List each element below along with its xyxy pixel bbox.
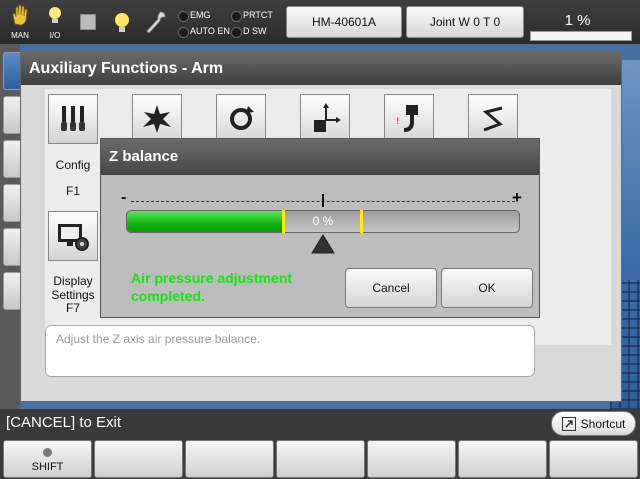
dsw-led (231, 27, 242, 38)
shift-key[interactable]: SHIFT (3, 440, 92, 478)
left-tool-strip (0, 44, 25, 409)
balance-gauge: 0 % (126, 210, 520, 233)
shortcut-icon (561, 416, 576, 431)
io-label: I/O (49, 31, 61, 40)
ok-button[interactable]: OK (441, 268, 533, 308)
window-title: Auxiliary Functions - Arm (21, 53, 621, 85)
joint-select-button[interactable]: Joint W 0 T 0 (406, 6, 524, 38)
shift-key-label: SHIFT (31, 461, 64, 473)
config-key-label: F1 (65, 184, 80, 198)
center-tick (322, 194, 324, 207)
config-label: Config (55, 158, 91, 172)
z-balance-dialog: Z balance - + 0 % Air pressure adjustmen… (100, 138, 540, 318)
function-key-6[interactable] (549, 440, 638, 478)
wrench-icon[interactable] (145, 9, 167, 40)
prtct-label: PRTCT (243, 10, 273, 20)
function-key-4[interactable] (367, 440, 456, 478)
top-status-bar: MAN I/O EMG PRTCT AUTO EN D SW HM-40601A… (0, 0, 640, 44)
hint-box: Adjust the Z axis air pressure balance. (45, 325, 535, 377)
dsw-label: D SW (243, 26, 267, 36)
auto-en-label: AUTO EN (190, 26, 230, 36)
hand-calibration-icon[interactable]: ! (384, 94, 434, 144)
config-icon[interactable] (48, 94, 98, 144)
minus-label: - (121, 189, 127, 206)
display-settings-icon[interactable] (48, 211, 98, 261)
speed-percent: 1 % (564, 12, 591, 29)
upper-limit-marker (360, 210, 363, 233)
function-key-1[interactable] (94, 440, 183, 478)
function-key-3[interactable] (276, 440, 365, 478)
shortcut-label: Shortcut (580, 416, 626, 431)
function-key-2[interactable] (185, 440, 274, 478)
cancel-hint: [CANCEL] to Exit (6, 414, 122, 431)
emg-led (178, 11, 189, 22)
robot-select-button[interactable]: HM-40601A (286, 6, 402, 38)
hand-icon[interactable]: MAN (5, 4, 35, 40)
lower-limit-marker (282, 210, 285, 233)
shift-led (43, 448, 52, 457)
path-icon[interactable] (468, 94, 518, 144)
status-message: Air pressure adjustment completed. (131, 270, 293, 304)
cancel-button[interactable]: Cancel (345, 268, 437, 308)
display-settings-label: Display Settings (51, 274, 95, 302)
io-bulb-icon[interactable]: I/O (40, 4, 70, 40)
gauge-value: 0 % (312, 214, 334, 228)
shortcut-button[interactable]: Shortcut (551, 411, 636, 436)
light-bulb-icon[interactable] (110, 10, 134, 41)
emg-label: EMG (190, 10, 211, 20)
plus-label: + (512, 188, 522, 207)
dialog-title: Z balance (101, 139, 539, 175)
display-settings-key-label: F7 (65, 301, 80, 315)
speed-bar (530, 31, 632, 41)
rotation-check-icon[interactable] (216, 94, 266, 144)
mode-label: MAN (11, 31, 29, 40)
svg-text:!: ! (396, 117, 400, 127)
auto-en-led (178, 27, 189, 38)
stop-square-icon[interactable] (80, 14, 96, 30)
pointer-triangle-icon (311, 234, 335, 259)
function-key-5[interactable] (458, 440, 547, 478)
collision-detection-icon[interactable] (132, 94, 182, 144)
coordinate-system-icon[interactable] (300, 94, 350, 144)
prtct-led (231, 11, 242, 22)
